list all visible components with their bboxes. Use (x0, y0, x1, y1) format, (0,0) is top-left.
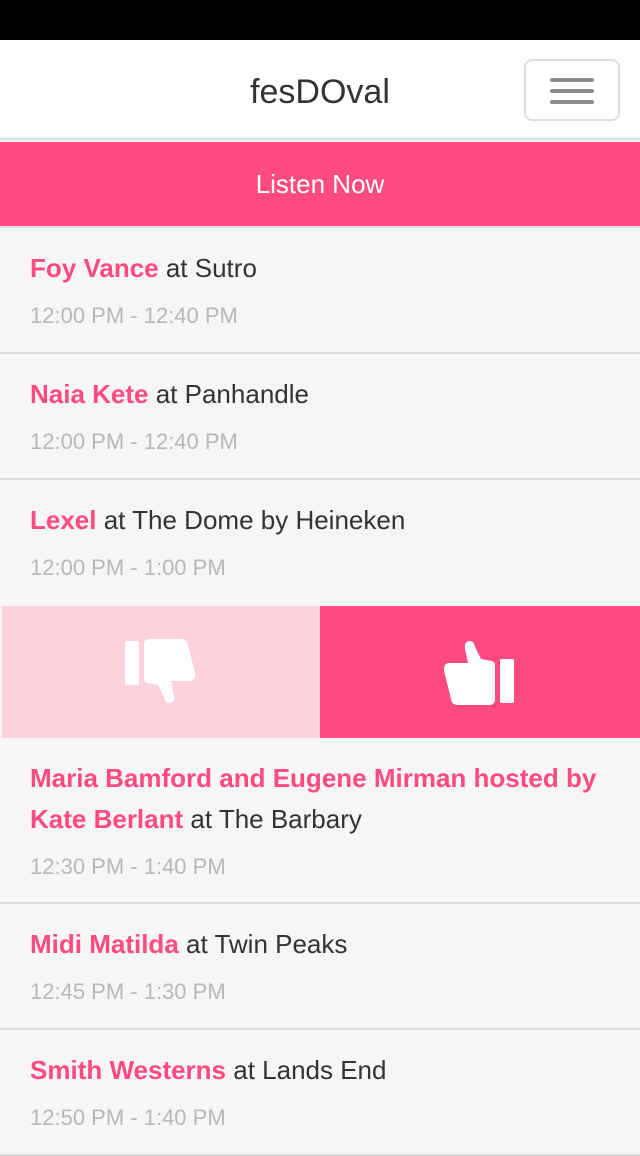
list-item[interactable]: Midi Matilda at Twin Peaks 12:45 PM - 1:… (0, 904, 640, 1030)
stage-text: at Sutro (158, 253, 257, 283)
set-description: Foy Vance at Sutro (30, 248, 610, 289)
set-description: Lexel at The Dome by Heineken (30, 500, 610, 541)
artist-link[interactable]: Midi Matilda (30, 929, 179, 959)
list-item[interactable]: Foy Vance at Sutro 12:00 PM - 12:40 PM (0, 228, 640, 354)
list-item[interactable]: Maria Bamford and Eugene Mirman hosted b… (0, 738, 640, 904)
set-description: Smith Westerns at Lands End (30, 1050, 610, 1091)
like-button[interactable] (320, 606, 640, 738)
hamburger-menu-icon-bar (550, 100, 594, 104)
list-item[interactable]: Lexel at The Dome by Heineken 12:00 PM -… (0, 480, 640, 606)
set-time: 12:00 PM - 12:40 PM (30, 303, 238, 328)
status-bar (0, 0, 640, 40)
set-description: Midi Matilda at Twin Peaks (30, 924, 610, 965)
thumbs-down-icon (125, 639, 197, 705)
stage-text: at The Dome by Heineken (96, 505, 406, 535)
set-time: 12:50 PM - 1:40 PM (30, 1105, 226, 1130)
hamburger-menu-icon (550, 78, 594, 82)
listen-now-button[interactable]: Listen Now (0, 142, 640, 226)
artist-link[interactable]: Foy Vance (30, 253, 159, 283)
list-item[interactable]: Smith Westerns at Lands End 12:50 PM - 1… (0, 1030, 640, 1156)
stage-text: at Panhandle (148, 379, 309, 409)
hamburger-menu-icon-bar (550, 89, 594, 93)
stage-text: at Twin Peaks (178, 929, 348, 959)
top-navbar: fesDOval (0, 40, 640, 140)
set-time: 12:30 PM - 1:40 PM (30, 854, 226, 879)
set-description: Maria Bamford and Eugene Mirman hosted b… (30, 758, 610, 840)
set-time: 12:00 PM - 12:40 PM (30, 429, 238, 454)
set-time: 12:00 PM - 1:00 PM (30, 555, 226, 580)
artist-link[interactable]: Smith Westerns (30, 1055, 226, 1085)
vote-row (0, 606, 640, 738)
stage-text: at Lands End (226, 1055, 387, 1085)
set-time: 12:45 PM - 1:30 PM (30, 979, 226, 1004)
artist-link[interactable]: Naia Kete (30, 379, 149, 409)
artist-link[interactable]: Lexel (30, 505, 97, 535)
set-description: Naia Kete at Panhandle (30, 374, 610, 415)
menu-button[interactable] (524, 59, 620, 121)
schedule-list: Foy Vance at Sutro 12:00 PM - 12:40 PM N… (0, 226, 640, 1156)
dislike-button[interactable] (2, 606, 320, 738)
list-item[interactable]: Naia Kete at Panhandle 12:00 PM - 12:40 … (0, 354, 640, 480)
thumbs-up-icon (444, 639, 516, 705)
stage-text: at The Barbary (183, 804, 362, 834)
